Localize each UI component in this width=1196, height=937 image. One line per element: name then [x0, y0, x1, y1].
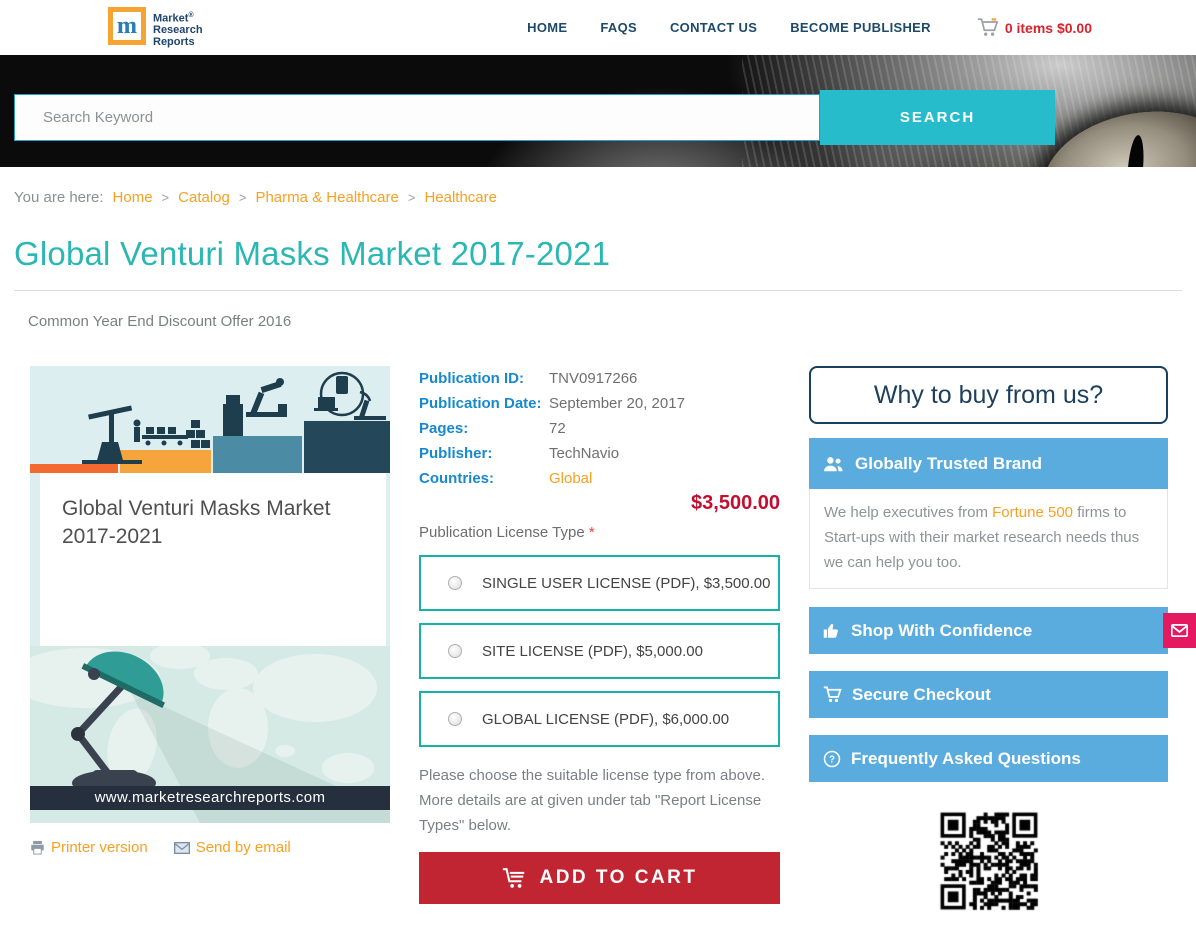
- logo-m-icon: m: [108, 6, 146, 45]
- top-bar: m Market® Research Reports HOME FAQS CON…: [0, 0, 1196, 55]
- detail-row-publication-date: Publication Date: September 20, 2017: [419, 391, 780, 416]
- page: m Market® Research Reports HOME FAQS CON…: [0, 0, 1196, 937]
- printer-version-link[interactable]: Printer version: [30, 839, 148, 856]
- sidebar-item-globally-trusted[interactable]: Globally Trusted Brand: [809, 438, 1168, 489]
- trusted-brand-text: We help executives from Fortune 500 firm…: [809, 489, 1168, 589]
- detail-label: Publication Date:: [419, 395, 542, 412]
- breadcrumb-pharma-healthcare[interactable]: Pharma & Healthcare: [255, 189, 398, 206]
- add-to-cart-button[interactable]: ADD TO CART: [419, 852, 780, 904]
- detail-label: Countries:: [419, 470, 494, 487]
- cover-title-area: Global Venturi Masks Market 2017-2021: [30, 473, 390, 646]
- detail-label: Publisher:: [419, 445, 493, 462]
- required-asterisk: *: [588, 524, 595, 541]
- product-column: Global Venturi Masks Market 2017-2021 ww…: [10, 366, 390, 856]
- cart-count-label: 0 items $0.00: [1004, 19, 1092, 36]
- offer-subtitle: Common Year End Discount Offer 2016: [28, 313, 292, 330]
- sidebar-item-secure-checkout[interactable]: Secure Checkout: [809, 671, 1168, 718]
- license-option-label: SITE LICENSE (PDF), $5,000.00: [482, 642, 703, 660]
- industry-illustration: [30, 371, 390, 473]
- search-input[interactable]: [14, 94, 820, 141]
- svg-text:?: ?: [829, 754, 835, 765]
- countries-global-link[interactable]: Global: [549, 466, 592, 491]
- license-option-site[interactable]: SITE LICENSE (PDF), $5,000.00: [419, 623, 780, 679]
- detail-row-publication-id: Publication ID: TNV0917266: [419, 366, 780, 391]
- license-note: Please choose the suitable license type …: [419, 767, 766, 834]
- cart-icon: [977, 18, 999, 36]
- product-action-links: Printer version Send by email: [30, 839, 390, 856]
- email-feedback-tab[interactable]: [1163, 613, 1196, 648]
- license-option-single-user[interactable]: SINGLE USER LICENSE (PDF), $3,500.00: [419, 555, 780, 611]
- breadcrumb: You are here: Home > Catalog > Pharma & …: [14, 189, 1196, 206]
- license-option-label: GLOBAL LICENSE (PDF), $6,000.00: [482, 710, 730, 728]
- breadcrumb-home[interactable]: Home: [113, 189, 153, 206]
- main-nav: HOME FAQS CONTACT US BECOME PUBLISHER: [527, 20, 931, 35]
- breadcrumb-catalog[interactable]: Catalog: [178, 189, 230, 206]
- cover-map-area: www.marketresearchreports.com: [10, 643, 390, 823]
- fortune-500-link[interactable]: Fortune 500: [992, 504, 1073, 521]
- product-cover-image: Global Venturi Masks Market 2017-2021 ww…: [10, 366, 390, 823]
- cart-icon: [823, 686, 842, 703]
- add-to-cart-label: ADD TO CART: [539, 867, 698, 888]
- detail-row-pages: Pages: 72: [419, 416, 780, 441]
- radio-button[interactable]: [448, 644, 462, 658]
- detail-label: Publication ID:: [419, 370, 524, 387]
- nav-home[interactable]: HOME: [527, 20, 567, 35]
- cart-icon: [503, 868, 525, 888]
- breadcrumb-healthcare[interactable]: Healthcare: [424, 189, 497, 206]
- detail-row-countries: Countries: Global: [419, 466, 780, 491]
- search-bar: SEARCH: [0, 55, 1196, 167]
- cover-illustration-area: [30, 366, 390, 473]
- license-type-label: Publication License Type *: [419, 524, 595, 541]
- radio-button[interactable]: [448, 576, 462, 590]
- envelope-icon: [1171, 624, 1188, 637]
- page-title: Global Venturi Masks Market 2017-2021: [14, 235, 611, 272]
- sidebar: Why to buy from us? Globally Trusted Bra…: [809, 366, 1168, 913]
- qr-code-container: [809, 809, 1168, 913]
- sidebar-item-label: Globally Trusted Brand: [855, 453, 1043, 473]
- email-icon: [173, 841, 190, 854]
- license-option-global[interactable]: GLOBAL LICENSE (PDF), $6,000.00: [419, 691, 780, 747]
- sidebar-item-label: Shop With Confidence: [851, 620, 1033, 640]
- cover-title: Global Venturi Masks Market 2017-2021: [62, 497, 331, 549]
- detail-value: TNV0917266: [549, 370, 638, 387]
- detail-value: TechNavio: [549, 445, 620, 462]
- nav-faqs[interactable]: FAQS: [600, 20, 637, 35]
- detail-value: 72: [549, 420, 566, 437]
- question-circle-icon: ?: [823, 750, 841, 767]
- title-divider: [14, 290, 1182, 291]
- breadcrumb-prefix: You are here:: [14, 189, 104, 206]
- cart-status[interactable]: 0 items $0.00: [977, 18, 1092, 37]
- website-url-bar: www.marketresearchreports.com: [30, 786, 390, 810]
- price: $3,500.00: [691, 492, 780, 514]
- detail-value: September 20, 2017: [549, 395, 685, 412]
- license-option-label: SINGLE USER LICENSE (PDF), $3,500.00: [482, 574, 771, 592]
- sidebar-item-faq[interactable]: ? Frequently Asked Questions: [809, 735, 1168, 782]
- thumbs-up-icon: [823, 623, 838, 638]
- sidebar-item-label: Frequently Asked Questions: [851, 748, 1081, 768]
- breadcrumb-separator: >: [161, 190, 170, 205]
- printer-icon: [31, 840, 44, 855]
- breadcrumb-separator: >: [238, 190, 247, 205]
- logo-text: Market® Research Reports: [153, 11, 203, 49]
- detail-row-publisher: Publisher: TechNavio: [419, 441, 780, 466]
- nav-become-publisher[interactable]: BECOME PUBLISHER: [790, 20, 931, 35]
- detail-label: Pages:: [419, 420, 469, 437]
- nav-contact-us[interactable]: CONTACT US: [670, 20, 757, 35]
- sidebar-item-shop-with-confidence[interactable]: Shop With Confidence: [809, 607, 1168, 654]
- search-button[interactable]: SEARCH: [820, 90, 1055, 145]
- qr-code: [936, 809, 1041, 913]
- content-columns: Global Venturi Masks Market 2017-2021 ww…: [0, 366, 1196, 913]
- users-icon: [824, 456, 843, 471]
- hero-banner: SEARCH: [0, 55, 1196, 167]
- why-buy-heading: Why to buy from us?: [809, 366, 1168, 424]
- sidebar-item-label: Secure Checkout: [852, 684, 991, 704]
- radio-button[interactable]: [448, 712, 462, 726]
- details-column: Publication ID: TNV0917266 Publication D…: [419, 366, 780, 904]
- breadcrumb-separator: >: [407, 190, 416, 205]
- site-logo[interactable]: m Market® Research Reports: [108, 6, 203, 49]
- send-by-email-link[interactable]: Send by email: [173, 839, 291, 856]
